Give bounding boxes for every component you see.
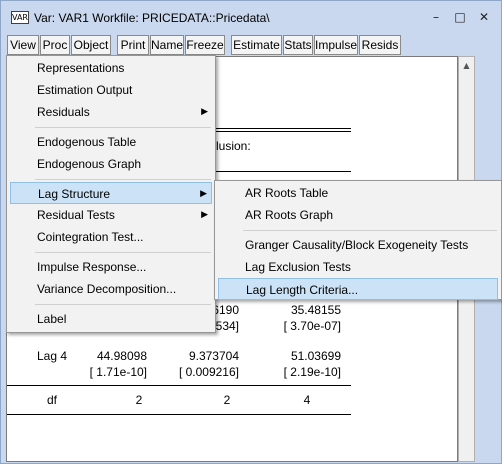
scroll-up-arrow-icon[interactable]: ▲ [459, 57, 474, 74]
df-value-1: 2 [135, 393, 143, 407]
lag4-stat-3: 51.03699 [290, 349, 341, 363]
menu-item-representations[interactable]: Representations [10, 57, 212, 79]
menu-item-variance-decomposition[interactable]: Variance Decomposition... [10, 278, 212, 300]
var-app-icon[interactable]: VAR [11, 11, 29, 24]
menu-separator [35, 252, 211, 253]
menu-item-label[interactable]: Label [10, 308, 212, 330]
stats-button[interactable]: Stats [283, 35, 313, 55]
name-button[interactable]: Name [150, 35, 184, 55]
lag4-stat-2: 9.373704 [188, 349, 239, 363]
menu-item-endogenous-table[interactable]: Endogenous Table [10, 131, 212, 153]
minimize-icon[interactable]: – [428, 9, 444, 25]
menu-item-estimation-output[interactable]: Estimation Output [10, 79, 212, 101]
lag4-pval-3: [ 2.19e-10] [283, 365, 341, 379]
lag4-pval-1: [ 1.71e-10] [89, 365, 147, 379]
table-caption-fragment: lusion: [216, 139, 251, 153]
menu-item-granger-causality[interactable]: Granger Causality/Block Exogeneity Tests [218, 234, 498, 256]
menu-item-lag-structure[interactable]: Lag Structure ▶ [10, 182, 212, 204]
view-menu: Representations Estimation Output Residu… [6, 55, 216, 333]
object-button[interactable]: Object [71, 35, 111, 55]
window-title: Var: VAR1 Workfile: PRICEDATA::Pricedata… [34, 11, 270, 25]
submenu-arrow-icon: ▶ [200, 189, 207, 199]
impulse-button[interactable]: Impulse [314, 35, 358, 55]
submenu-arrow-icon: ▶ [201, 210, 208, 220]
lag3-stat-3: 35.48155 [290, 303, 341, 317]
proc-button[interactable]: Proc [40, 35, 70, 55]
table-bottom-rule [7, 414, 351, 415]
df-label: df [46, 393, 57, 407]
df-top-rule [7, 385, 351, 386]
menu-item-lag-exclusion-tests[interactable]: Lag Exclusion Tests [218, 256, 498, 278]
maximize-icon[interactable]: □ [452, 9, 468, 25]
menu-item-cointegration-test[interactable]: Cointegration Test... [10, 226, 212, 248]
menu-separator [35, 179, 211, 180]
resids-button[interactable]: Resids [359, 35, 401, 55]
lag4-stat-1: 44.98098 [96, 349, 147, 363]
menu-item-endogenous-graph[interactable]: Endogenous Graph [10, 153, 212, 175]
menu-separator [35, 304, 211, 305]
view-button[interactable]: View [7, 35, 39, 55]
lag3-pval-3: [ 3.70e-07] [283, 319, 341, 333]
menu-item-residuals[interactable]: Residuals ▶ [10, 101, 212, 123]
title-bar[interactable]: VAR Var: VAR1 Workfile: PRICEDATA::Price… [1, 1, 501, 33]
print-button[interactable]: Print [117, 35, 149, 55]
estimate-button[interactable]: Estimate [231, 35, 282, 55]
menu-separator [35, 127, 211, 128]
menu-item-ar-roots-graph[interactable]: AR Roots Graph [218, 204, 498, 226]
menu-item-residual-tests[interactable]: Residual Tests ▶ [10, 204, 212, 226]
menu-item-ar-roots-table[interactable]: AR Roots Table [218, 182, 498, 204]
lag4-pval-2: [ 0.009216] [178, 365, 239, 379]
lag-structure-submenu: AR Roots Table AR Roots Graph Granger Ca… [214, 180, 502, 300]
close-icon[interactable]: ✕ [476, 9, 492, 25]
df-value-2: 2 [223, 393, 231, 407]
menu-item-lag-length-criteria[interactable]: Lag Length Criteria... [218, 278, 498, 300]
df-value-3: 4 [303, 393, 311, 407]
submenu-arrow-icon: ▶ [201, 107, 208, 117]
menu-item-impulse-response[interactable]: Impulse Response... [10, 256, 212, 278]
menu-separator [243, 230, 497, 231]
freeze-button[interactable]: Freeze [185, 35, 225, 55]
